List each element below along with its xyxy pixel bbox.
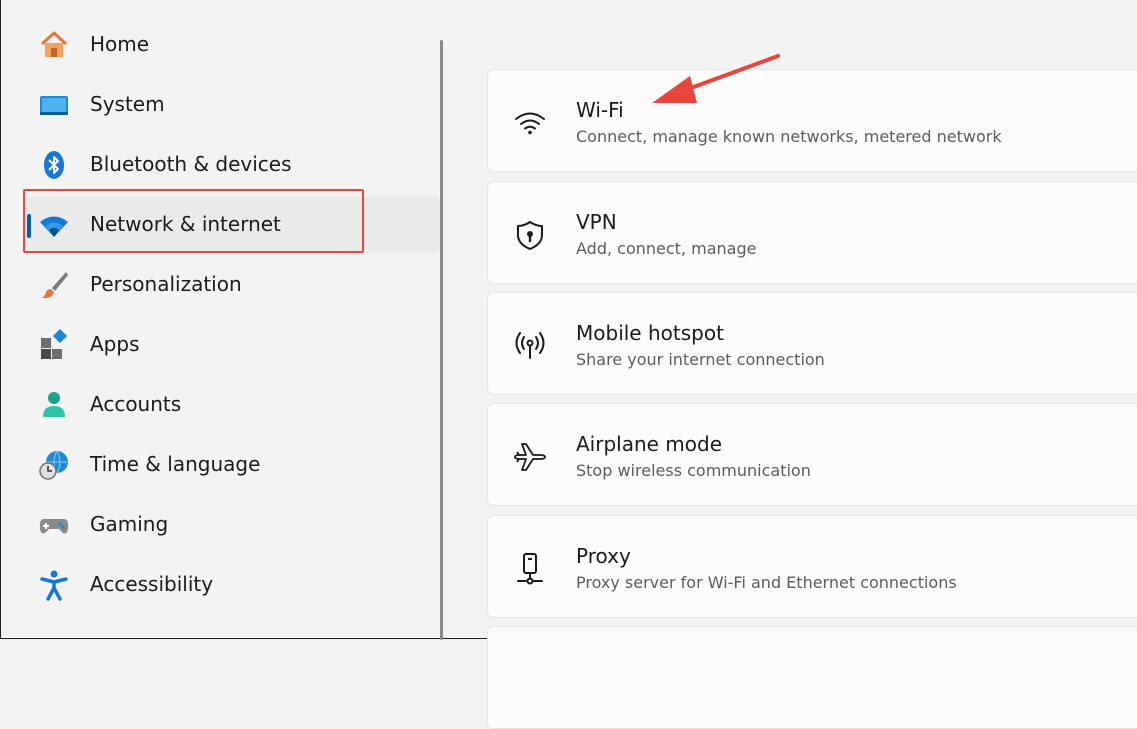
sidebar-item-label: Bluetooth & devices (90, 152, 292, 176)
sidebar-item-home[interactable]: Home (24, 17, 440, 73)
sidebar-item-label: System (90, 92, 165, 116)
sidebar-item-label: Gaming (90, 512, 169, 536)
paintbrush-icon (38, 269, 70, 301)
sidebar-item-accounts[interactable]: Accounts (24, 377, 440, 433)
card-title: Wi-Fi (576, 98, 624, 122)
card-vpn[interactable]: VPN Add, connect, manage (487, 181, 1137, 284)
sidebar-item-accessibility[interactable]: Accessibility (24, 557, 440, 613)
sidebar-item-label: Apps (90, 332, 140, 356)
sidebar-item-label: Accounts (90, 392, 182, 416)
accessibility-icon (38, 569, 70, 601)
card-description: Stop wireless communication (576, 461, 811, 480)
proxy-icon (512, 551, 548, 587)
sidebar-item-label: Accessibility (90, 572, 214, 596)
card-title: Proxy (576, 544, 631, 568)
hotspot-icon (512, 328, 548, 364)
airplane-icon (512, 439, 548, 475)
sidebar-item-label: Time & language (90, 452, 261, 476)
sidebar: Home System Bluetooth & devices Network … (0, 0, 440, 640)
sidebar-item-gaming[interactable]: Gaming (24, 497, 440, 553)
card-title: Airplane mode (576, 432, 723, 456)
bluetooth-icon (38, 149, 70, 181)
sidebar-scrollbar[interactable] (440, 40, 443, 640)
card-description: Share your internet connection (576, 350, 825, 369)
sidebar-item-label: Home (90, 32, 150, 56)
gamepad-icon (38, 509, 70, 541)
card-description: Proxy server for Wi-Fi and Ethernet conn… (576, 573, 957, 592)
card-mobile-hotspot[interactable]: Mobile hotspot Share your internet conne… (487, 292, 1137, 395)
person-icon (38, 389, 70, 421)
annotation-arrow-icon (652, 54, 780, 103)
card-partial[interactable] (487, 626, 1137, 729)
monitor-icon (38, 89, 70, 121)
wifi-signal-icon (512, 105, 548, 141)
annotation-highlight-box (23, 189, 364, 253)
home-icon (38, 29, 70, 61)
sidebar-item-time-language[interactable]: Time & language (24, 437, 440, 493)
clock-globe-icon (38, 449, 70, 481)
sidebar-item-label: Personalization (90, 272, 242, 296)
card-title: Mobile hotspot (576, 321, 724, 345)
shield-lock-icon (512, 217, 548, 253)
sidebar-item-system[interactable]: System (24, 77, 440, 133)
sidebar-item-bluetooth[interactable]: Bluetooth & devices (24, 137, 440, 193)
sidebar-item-personalization[interactable]: Personalization (24, 257, 440, 313)
card-description: Connect, manage known networks, metered … (576, 127, 1002, 146)
card-wifi[interactable]: Wi-Fi Connect, manage known networks, me… (487, 69, 1137, 172)
sidebar-item-apps[interactable]: Apps (24, 317, 440, 373)
apps-icon (38, 329, 70, 361)
card-description: Add, connect, manage (576, 239, 757, 258)
card-title: VPN (576, 210, 617, 234)
card-airplane-mode[interactable]: Airplane mode Stop wireless communicatio… (487, 403, 1137, 506)
card-proxy[interactable]: Proxy Proxy server for Wi-Fi and Etherne… (487, 515, 1137, 618)
